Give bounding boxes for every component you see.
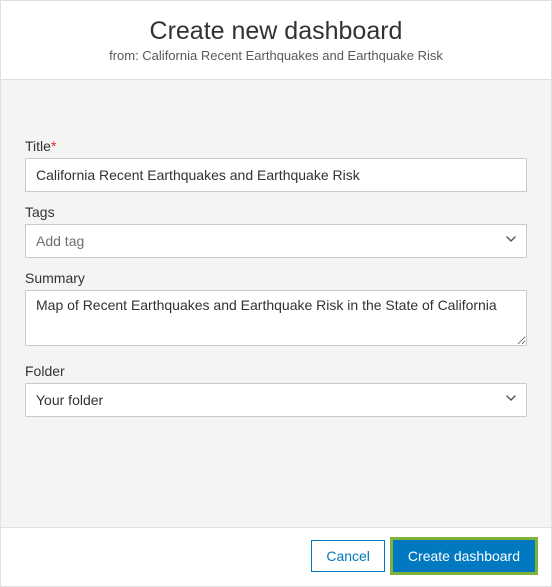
tags-label: Tags bbox=[25, 204, 527, 220]
tags-input[interactable]: Add tag bbox=[25, 224, 527, 258]
folder-label: Folder bbox=[25, 363, 527, 379]
modal-body: Title* Tags Add tag Summary Map of Recen… bbox=[1, 80, 551, 527]
summary-input[interactable]: Map of Recent Earthquakes and Earthquake… bbox=[25, 290, 527, 346]
folder-select-wrap: Your folder bbox=[25, 383, 527, 417]
from-name: California Recent Earthquakes and Earthq… bbox=[142, 48, 443, 63]
tags-placeholder: Add tag bbox=[36, 233, 84, 249]
title-label: Title* bbox=[25, 138, 527, 154]
from-prefix: from: bbox=[109, 48, 142, 63]
title-input[interactable] bbox=[25, 158, 527, 192]
create-dashboard-button[interactable]: Create dashboard bbox=[393, 540, 535, 572]
summary-label: Summary bbox=[25, 270, 527, 286]
modal-header: Create new dashboard from: California Re… bbox=[1, 1, 551, 80]
modal-subtitle: from: California Recent Earthquakes and … bbox=[21, 48, 531, 63]
folder-value: Your folder bbox=[36, 392, 103, 408]
modal-footer: Cancel Create dashboard bbox=[1, 527, 551, 586]
tags-select-wrap: Add tag bbox=[25, 224, 527, 258]
modal-title: Create new dashboard bbox=[21, 17, 531, 46]
folder-field: Folder Your folder bbox=[25, 363, 527, 417]
create-dashboard-modal: Create new dashboard from: California Re… bbox=[0, 0, 552, 587]
cancel-button[interactable]: Cancel bbox=[311, 540, 385, 572]
tags-field: Tags Add tag bbox=[25, 204, 527, 258]
summary-field: Summary Map of Recent Earthquakes and Ea… bbox=[25, 270, 527, 351]
required-mark: * bbox=[51, 138, 56, 154]
title-field: Title* bbox=[25, 138, 527, 192]
title-label-text: Title bbox=[25, 138, 51, 154]
folder-select[interactable]: Your folder bbox=[25, 383, 527, 417]
